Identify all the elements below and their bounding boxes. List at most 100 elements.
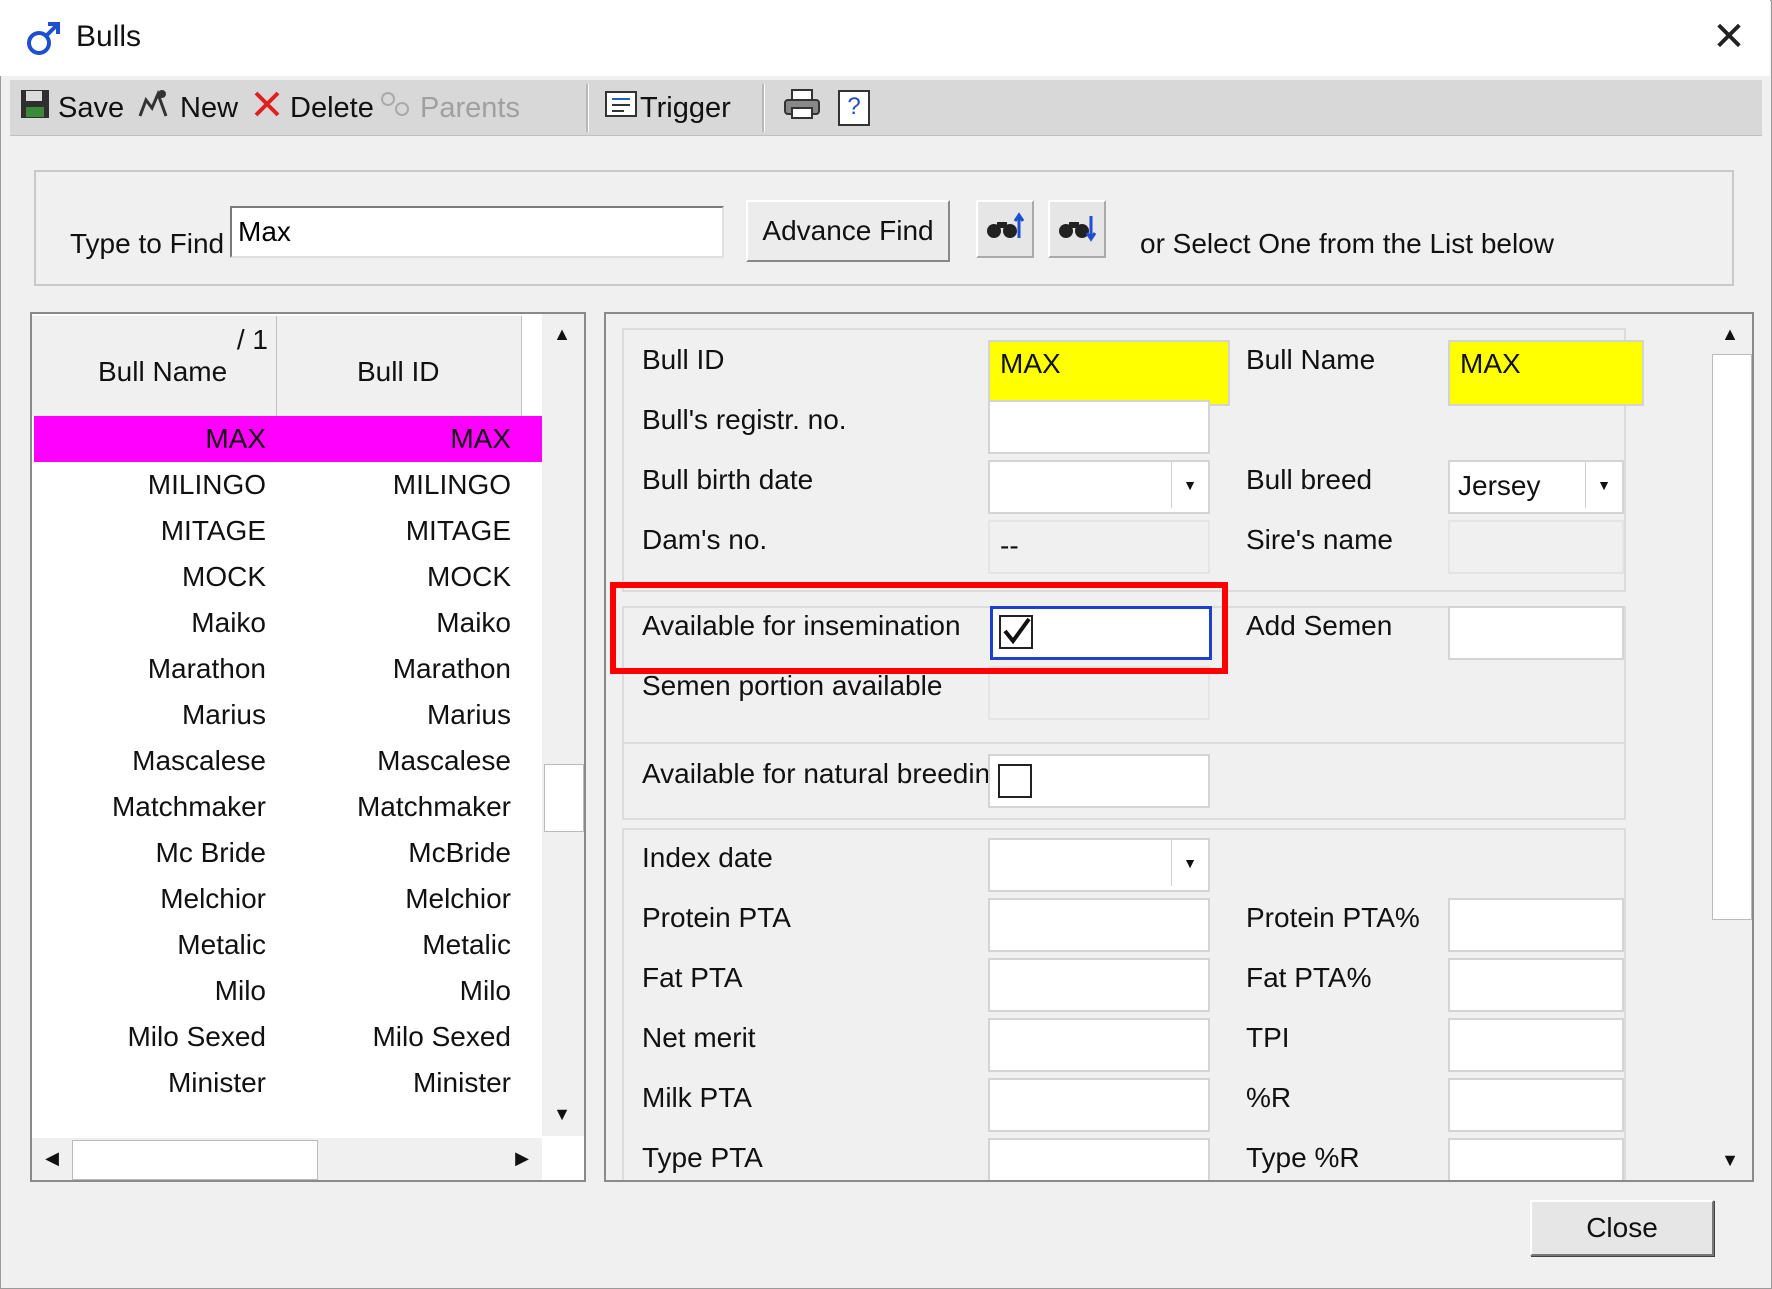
bull-breed-select[interactable]: Jersey ▼ — [1448, 460, 1624, 514]
list-row[interactable]: MITAGE MITAGE — [34, 508, 544, 554]
type-to-find-label: Type to Find — [70, 228, 225, 259]
bull-id-cell: McBride — [408, 837, 511, 868]
bull-id-cell: Milo — [459, 975, 511, 1006]
toolbar-separator — [762, 84, 765, 132]
column-header-label: Bull ID — [357, 356, 440, 387]
scroll-down-icon[interactable]: ▼ — [542, 1094, 582, 1134]
list-row[interactable]: MOCK MOCK — [34, 554, 544, 600]
protein-pta-pct-field[interactable] — [1448, 898, 1624, 952]
protein-pta-pct-label: Protein PTA% — [1246, 902, 1420, 933]
bull-name-cell: Marius — [181, 699, 266, 730]
chevron-down-icon[interactable]: ▼ — [1585, 462, 1622, 508]
type-pta-field[interactable] — [988, 1138, 1210, 1180]
bull-id-cell: Milo Sexed — [372, 1021, 511, 1052]
scroll-down-icon[interactable]: ▼ — [1710, 1140, 1750, 1180]
trigger-button[interactable]: Trigger — [604, 80, 731, 136]
bull-name-cell: Minister — [167, 1067, 266, 1098]
chevron-down-icon[interactable]: ▼ — [1171, 840, 1208, 886]
protein-pta-field[interactable] — [988, 898, 1210, 952]
index-date-picker[interactable]: ▼ — [988, 838, 1210, 892]
list-row[interactable]: Mascalese Mascalese — [34, 738, 544, 784]
bull-id-field[interactable]: MAX — [988, 340, 1230, 406]
bull-name-cell: Metalic — [177, 929, 266, 960]
scroll-up-icon[interactable]: ▲ — [542, 314, 582, 354]
list-row[interactable]: MAX MAX — [34, 416, 544, 462]
bulls-registr-no-field[interactable] — [988, 400, 1210, 454]
list-row[interactable]: Mc Bride McBride — [34, 830, 544, 876]
type-pct-r-field[interactable] — [1448, 1138, 1624, 1180]
column-header-bull-name[interactable]: / 1 Bull Name — [32, 316, 277, 416]
new-button[interactable]: New — [136, 80, 238, 136]
available-for-natural-breeding-label: Available for natural breeding — [642, 758, 1006, 789]
floppy-disk-icon — [20, 89, 50, 127]
bull-detail-panel: Bull ID MAX Bull Name MAX Bull's registr… — [604, 312, 1754, 1182]
net-merit-label: Net merit — [642, 1022, 756, 1053]
scroll-left-icon[interactable]: ◀ — [32, 1138, 72, 1178]
delete-label: Delete — [290, 91, 374, 124]
bull-birth-date-picker[interactable]: ▼ — [988, 460, 1210, 514]
find-next-button[interactable] — [1048, 200, 1106, 258]
list-row[interactable]: Matchmaker Matchmaker — [34, 784, 544, 830]
dams-no-field[interactable]: -- — [988, 520, 1210, 574]
pct-r-field[interactable] — [1448, 1078, 1624, 1132]
list-row[interactable]: MILINGO MILINGO — [34, 462, 544, 508]
sires-name-field[interactable] — [1448, 520, 1624, 574]
list-row[interactable]: Maiko Maiko — [34, 600, 544, 646]
list-row[interactable]: Milo Sexed Milo Sexed — [34, 1014, 544, 1060]
scroll-thumb[interactable] — [1712, 354, 1752, 920]
net-merit-field[interactable] — [988, 1018, 1210, 1072]
window-title: Bulls — [76, 20, 142, 53]
bull-name-field[interactable]: MAX — [1448, 340, 1644, 406]
window-close-icon[interactable]: ✕ — [1706, 14, 1752, 60]
list-row[interactable]: Marius Marius — [34, 692, 544, 738]
list-row[interactable]: Metalic Metalic — [34, 922, 544, 968]
bull-name-cell: MILINGO — [147, 469, 266, 500]
parents-button[interactable]: Parents — [380, 80, 520, 136]
find-previous-button[interactable] — [976, 200, 1034, 258]
type-pct-r-label: Type %R — [1246, 1142, 1360, 1173]
column-header-label: Bull Name — [98, 356, 228, 387]
detail-vertical-scrollbar[interactable]: ▲ ▼ — [1710, 314, 1752, 1180]
help-button[interactable]: ? — [838, 80, 870, 136]
bull-name-cell: MAX — [205, 423, 266, 454]
bull-name-cell: Melchior — [160, 883, 266, 914]
list-row[interactable]: Minister Minister — [34, 1060, 544, 1106]
fat-pta-pct-field[interactable] — [1448, 958, 1624, 1012]
bull-id-cell: Marius — [426, 699, 511, 730]
list-row[interactable]: Milo Milo — [34, 968, 544, 1014]
chevron-down-icon[interactable]: ▼ — [1171, 462, 1208, 508]
bull-id-cell: Metalic — [422, 929, 511, 960]
bull-id-cell: MILINGO — [392, 469, 511, 500]
bull-id-cell: Marathon — [392, 653, 511, 684]
print-button[interactable] — [782, 80, 822, 136]
save-label: Save — [58, 91, 125, 124]
bull-id-label: Bull ID — [642, 344, 725, 375]
list-horizontal-scrollbar[interactable]: ◀ ▶ — [32, 1138, 542, 1180]
available-for-natural-breeding-checkbox[interactable] — [988, 754, 1210, 808]
advance-find-button[interactable]: Advance Find — [746, 200, 950, 262]
close-button[interactable]: Close — [1530, 1200, 1714, 1256]
bull-name-cell: Mascalese — [132, 745, 266, 776]
list-row[interactable]: Melchior Melchior — [34, 876, 544, 922]
bull-name-cell: Milo — [214, 975, 266, 1006]
bull-id-cell: MOCK — [427, 561, 511, 592]
delete-button[interactable]: Delete — [252, 80, 374, 136]
milk-pta-field[interactable] — [988, 1078, 1210, 1132]
bull-name-cell: MITAGE — [160, 515, 266, 546]
scroll-right-icon[interactable]: ▶ — [502, 1138, 542, 1178]
column-header-bull-id[interactable]: Bull ID — [277, 316, 522, 416]
scroll-thumb[interactable] — [72, 1140, 318, 1180]
tpi-field[interactable] — [1448, 1018, 1624, 1072]
add-semen-field[interactable] — [1448, 606, 1624, 660]
list-vertical-scrollbar[interactable]: ▲ ▼ — [542, 314, 584, 1136]
scroll-thumb[interactable] — [544, 764, 584, 832]
semen-portion-available-field — [988, 666, 1210, 720]
bull-id-cell: MITAGE — [405, 515, 511, 546]
type-to-find-input[interactable] — [230, 206, 724, 258]
list-row[interactable]: Marathon Marathon — [34, 646, 544, 692]
save-button[interactable]: Save — [20, 80, 124, 136]
checkbox-unchecked-icon — [998, 764, 1032, 798]
bulls-registr-no-label: Bull's registr. no. — [642, 404, 847, 435]
scroll-up-icon[interactable]: ▲ — [1710, 314, 1750, 354]
fat-pta-field[interactable] — [988, 958, 1210, 1012]
